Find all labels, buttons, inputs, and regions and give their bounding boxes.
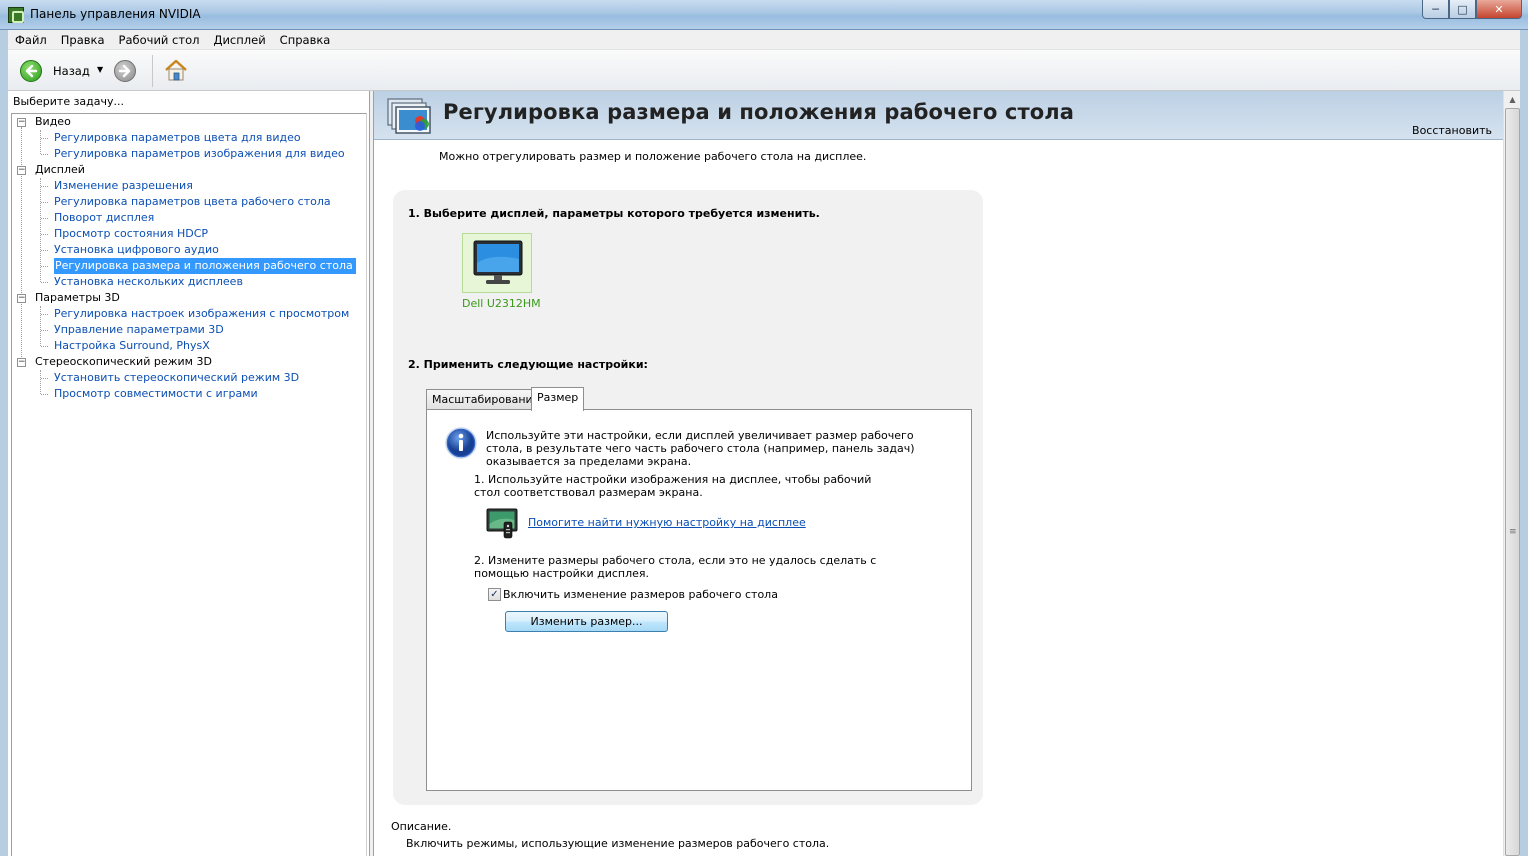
vertical-scrollbar[interactable]: ▲ ≡ xyxy=(1503,91,1520,856)
tree-item-desktop-color[interactable]: Регулировка параметров цвета рабочего ст… xyxy=(54,194,331,210)
restore-defaults-link[interactable]: Восстановить xyxy=(1412,124,1492,137)
tab-size[interactable]: Размер xyxy=(531,387,585,411)
close-button[interactable]: ✕ xyxy=(1476,0,1522,19)
tree-item-rotate-display[interactable]: Поворот дисплея xyxy=(54,210,154,226)
tree-category-stereo-3d[interactable]: Стереоскопический режим 3D xyxy=(35,354,212,370)
window-title: Панель управления NVIDIA xyxy=(30,7,201,21)
tree-item-image-settings-preview[interactable]: Регулировка настроек изображения с просм… xyxy=(54,306,349,322)
instruction-item-2: 2. Измените размеры рабочего стола, если… xyxy=(474,554,877,580)
tree-item-surround-physx[interactable]: Настройка Surround, PhysX xyxy=(54,338,210,354)
task-tree-pane: Выберите задачу... − Видео Регулировка п… xyxy=(8,91,370,856)
menu-file[interactable]: Файл xyxy=(15,33,47,47)
enable-desktop-resize-checkbox[interactable]: ✓ xyxy=(488,588,501,601)
display-name-label[interactable]: Dell U2312HM xyxy=(462,297,541,310)
tree-connector xyxy=(41,154,48,155)
tree-item-video-image[interactable]: Регулировка параметров изображения для в… xyxy=(54,146,345,162)
info-icon xyxy=(445,427,477,459)
display-selector-dell[interactable] xyxy=(462,233,532,293)
menu-display[interactable]: Дисплей xyxy=(213,33,265,47)
page-title: Регулировка размера и положения рабочего… xyxy=(443,100,1074,124)
tree-item-hdcp-status[interactable]: Просмотр состояния HDCP xyxy=(54,226,208,242)
tree-category-display[interactable]: Дисплей xyxy=(35,162,85,178)
task-tree: − Видео Регулировка параметров цвета для… xyxy=(11,113,367,856)
tree-toggle-video[interactable]: − xyxy=(17,118,26,127)
scroll-grip-icon: ≡ xyxy=(1509,527,1517,537)
help-find-setting-link[interactable]: Помогите найти нужную настройку на диспл… xyxy=(528,516,806,529)
enable-desktop-resize-label[interactable]: Включить изменение размеров рабочего сто… xyxy=(503,588,778,601)
tree-connector xyxy=(41,234,48,235)
tree-toggle-3d-settings[interactable]: − xyxy=(17,294,26,303)
tree-connector xyxy=(41,138,48,139)
instruction-item-1: 1. Используйте настройки изображения на … xyxy=(474,473,872,499)
forward-arrow-icon[interactable] xyxy=(114,60,136,82)
menu-edit[interactable]: Правка xyxy=(61,33,105,47)
task-tree-header: Выберите задачу... xyxy=(13,95,125,108)
tree-connector xyxy=(40,306,41,346)
tree-item-game-compatibility[interactable]: Просмотр совместимости с играми xyxy=(54,386,258,402)
description-text: Включить режимы, использующие изменение … xyxy=(406,837,830,850)
tree-connector xyxy=(40,130,41,154)
menu-bar: Файл Правка Рабочий стол Дисплей Справка xyxy=(8,30,1520,50)
step2-heading: 2. Применить следующие настройки: xyxy=(408,358,648,371)
tree-connector xyxy=(41,266,48,267)
display-remote-icon xyxy=(486,506,520,540)
desktop-size-page-icon xyxy=(386,97,434,137)
tree-toggle-display[interactable]: − xyxy=(17,166,26,175)
resize-button[interactable]: Изменить размер... xyxy=(505,611,668,632)
content-pane: Регулировка размера и положения рабочего… xyxy=(373,91,1504,856)
maximize-button[interactable]: □ xyxy=(1449,0,1476,19)
tree-connector xyxy=(41,394,48,395)
step1-heading: 1. Выберите дисплей, параметры которого … xyxy=(408,207,820,220)
tree-category-3d-settings[interactable]: Параметры 3D xyxy=(35,290,120,306)
window-controls: ─ □ ✕ xyxy=(1422,0,1522,19)
tree-connector xyxy=(41,250,48,251)
window-left-border xyxy=(0,30,8,856)
toolbar: Назад ▼ xyxy=(8,50,1520,91)
tab-size-content: Используйте эти настройки, если дисплей … xyxy=(426,409,972,791)
tree-connector xyxy=(41,346,48,347)
tree-connector xyxy=(40,370,41,394)
back-button-label[interactable]: Назад xyxy=(53,64,90,78)
description-label: Описание. xyxy=(391,820,452,833)
back-arrow-icon[interactable] xyxy=(20,60,42,82)
tab-scaling[interactable]: Масштабирование xyxy=(426,389,546,410)
nvidia-app-icon[interactable] xyxy=(8,7,24,23)
tree-connector xyxy=(41,282,48,283)
minimize-button[interactable]: ─ xyxy=(1422,0,1449,19)
tree-toggle-stereo-3d[interactable]: − xyxy=(17,358,26,367)
tree-connector xyxy=(41,218,48,219)
tree-connector xyxy=(41,202,48,203)
tree-item-desktop-size-position[interactable]: Регулировка размера и положения рабочего… xyxy=(54,258,356,274)
tree-item-video-color[interactable]: Регулировка параметров цвета для видео xyxy=(54,130,301,146)
scroll-up-button[interactable]: ▲ xyxy=(1504,91,1521,108)
menu-desktop[interactable]: Рабочий стол xyxy=(119,33,200,47)
tree-connector xyxy=(41,330,48,331)
tree-item-multiple-displays[interactable]: Установка нескольких дисплеев xyxy=(54,274,243,290)
tree-category-video[interactable]: Видео xyxy=(35,114,71,130)
tree-connector xyxy=(41,314,48,315)
page-header: Регулировка размера и положения рабочего… xyxy=(374,91,1504,140)
window-right-border xyxy=(1520,30,1528,856)
back-history-dropdown-icon[interactable]: ▼ xyxy=(97,65,103,74)
tree-connector xyxy=(41,378,48,379)
tree-connector xyxy=(21,127,22,367)
toolbar-separator xyxy=(152,55,153,87)
home-icon[interactable] xyxy=(164,58,188,82)
tree-item-change-resolution[interactable]: Изменение разрешения xyxy=(54,178,193,194)
tree-item-digital-audio[interactable]: Установка цифрового аудио xyxy=(54,242,219,258)
info-text: Используйте эти настройки, если дисплей … xyxy=(486,429,915,468)
tree-item-setup-stereo-3d[interactable]: Установить стереоскопический режим 3D xyxy=(54,370,299,386)
title-bar[interactable]: Панель управления NVIDIA ─ □ ✕ xyxy=(0,0,1528,30)
menu-help[interactable]: Справка xyxy=(280,33,331,47)
tree-item-manage-3d[interactable]: Управление параметрами 3D xyxy=(54,322,224,338)
tree-connector xyxy=(41,186,48,187)
scroll-thumb[interactable]: ≡ xyxy=(1505,108,1520,856)
page-intro: Можно отрегулировать размер и положение … xyxy=(439,150,867,163)
monitor-icon xyxy=(472,239,524,287)
